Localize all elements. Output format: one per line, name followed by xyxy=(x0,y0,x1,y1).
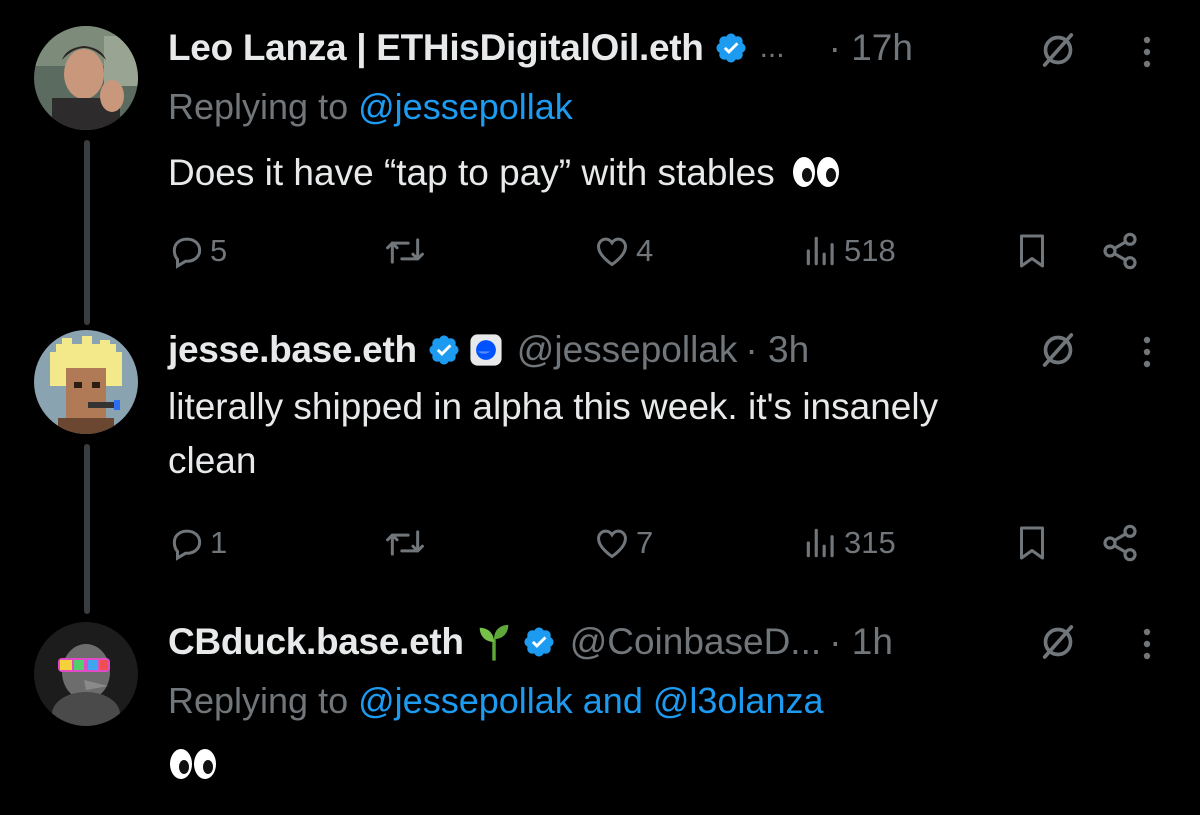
tweet-header: CBduck.base.eth @CoinbaseD... · 1h xyxy=(168,620,893,664)
tweet-header: jesse.base.eth @jessepollak · 3h xyxy=(168,328,809,372)
tweet-timestamp[interactable]: · 1h xyxy=(829,621,893,663)
share-button[interactable] xyxy=(1100,226,1140,276)
more-options-icon[interactable] xyxy=(1141,332,1153,372)
reply-button[interactable]: 5 xyxy=(168,226,227,276)
verified-badge-icon xyxy=(716,33,746,63)
reply-count: 1 xyxy=(210,525,228,560)
thread-connector-line xyxy=(84,140,90,325)
tweet-text: literally shipped in alpha this week. it… xyxy=(168,380,1128,488)
share-icon xyxy=(1103,232,1137,270)
bookmark-icon xyxy=(1020,526,1044,560)
repost-icon xyxy=(386,530,424,556)
bookmark-button[interactable] xyxy=(1014,226,1050,276)
base-affiliate-icon xyxy=(470,334,502,366)
views-count: 518 xyxy=(844,233,896,268)
avatar-image xyxy=(34,622,138,726)
reply-icon xyxy=(172,237,202,269)
tweet-text xyxy=(168,742,1128,796)
repost-icon xyxy=(386,238,424,264)
reply-icon xyxy=(172,529,202,561)
reply-count: 5 xyxy=(210,233,228,268)
replying-to: Replying to @jessepollak xyxy=(168,86,573,128)
avatar-jesse-base[interactable] xyxy=(34,330,138,434)
thread-connector-line xyxy=(84,444,90,614)
avatar-image xyxy=(34,330,138,434)
tweet-header: Leo Lanza | ETHisDigitalOil.eth ... · 17… xyxy=(168,26,913,70)
views-button[interactable]: 518 xyxy=(802,226,896,276)
mention-link[interactable]: @jessepollak xyxy=(358,86,573,127)
reply-button[interactable]: 1 xyxy=(168,518,227,568)
grok-icon[interactable] xyxy=(1038,30,1078,70)
user-handle[interactable]: @jessepollak xyxy=(517,329,738,371)
display-name[interactable]: Leo Lanza | ETHisDigitalOil.eth xyxy=(168,27,704,69)
display-name[interactable]: CBduck.base.eth xyxy=(168,621,464,663)
verified-badge-icon xyxy=(524,627,554,657)
tweet-actions: 5 4 518 xyxy=(168,226,1148,276)
views-icon xyxy=(806,528,834,558)
share-icon xyxy=(1103,524,1137,562)
views-button[interactable]: 315 xyxy=(802,518,896,568)
bookmark-icon xyxy=(1020,234,1044,268)
eyes-emoji-icon xyxy=(792,157,839,187)
like-count: 4 xyxy=(636,233,654,268)
tweet-body: Does it have “tap to pay” with stables xyxy=(168,152,775,193)
tweet-text: Does it have “tap to pay” with stables xyxy=(168,146,1128,200)
grok-icon[interactable] xyxy=(1038,330,1078,370)
name-truncation-ellipsis: ... xyxy=(759,31,785,64)
mention-link[interactable]: @jessepollak and @l3olanza xyxy=(358,680,823,721)
avatar-cbduck[interactable] xyxy=(34,622,138,726)
tweet-body-line: clean xyxy=(168,440,257,481)
heart-icon xyxy=(597,529,627,559)
tweet-actions: 1 7 315 xyxy=(168,518,1148,568)
user-handle[interactable]: @CoinbaseD... xyxy=(570,621,821,663)
views-count: 315 xyxy=(844,525,896,560)
replying-to-label: Replying to xyxy=(168,680,349,721)
more-options-icon[interactable] xyxy=(1141,624,1153,664)
like-count: 7 xyxy=(636,525,654,560)
share-button[interactable] xyxy=(1100,518,1140,568)
more-options-icon[interactable] xyxy=(1141,32,1153,72)
tweet-body-line: literally shipped in alpha this week. it… xyxy=(168,386,939,427)
bookmark-button[interactable] xyxy=(1014,518,1050,568)
like-button[interactable]: 4 xyxy=(592,226,653,276)
display-name[interactable]: jesse.base.eth xyxy=(168,329,417,371)
tweet-timestamp[interactable]: · 3h xyxy=(745,329,809,371)
replying-to: Replying to @jessepollak and @l3olanza xyxy=(168,680,824,722)
seedling-emoji-icon xyxy=(479,624,508,661)
replying-to-label: Replying to xyxy=(168,86,349,127)
views-icon xyxy=(806,236,834,266)
tweet-timestamp[interactable]: · 17h xyxy=(829,27,913,69)
heart-icon xyxy=(597,237,627,267)
like-button[interactable]: 7 xyxy=(592,518,653,568)
verified-badge-icon xyxy=(429,335,459,365)
repost-button[interactable] xyxy=(382,518,428,568)
eyes-emoji-icon xyxy=(170,749,216,779)
grok-icon[interactable] xyxy=(1038,622,1078,662)
avatar-image xyxy=(34,26,138,130)
repost-button[interactable] xyxy=(382,226,428,276)
avatar-leo-lanza[interactable] xyxy=(34,26,138,130)
